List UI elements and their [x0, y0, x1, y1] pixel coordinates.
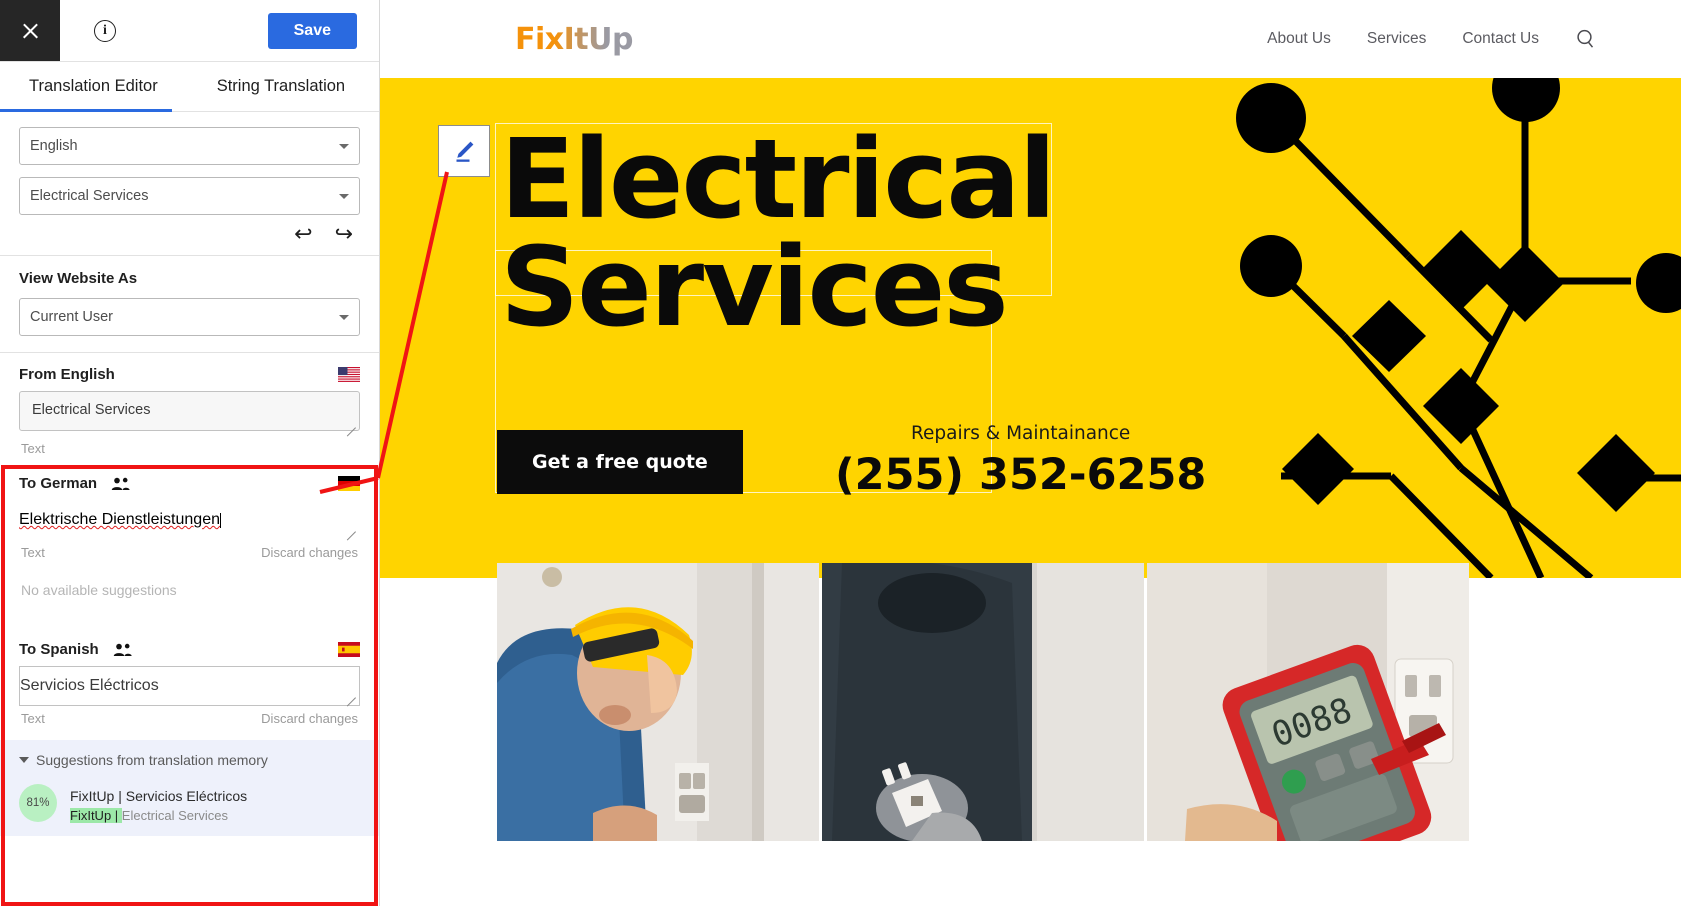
source-text-field[interactable]: Electrical Services — [19, 391, 360, 431]
german-header: To German — [19, 462, 360, 500]
suggestion-text: FixItUp | Servicios Eléctricos FixItUp |… — [70, 784, 247, 826]
info-circle-icon[interactable]: i — [94, 19, 116, 42]
list-item[interactable]: 81% FixItUp | Servicios Eléctricos FixIt… — [19, 768, 360, 826]
multimeter-outlet-photo: 0088 — [1147, 563, 1469, 841]
language-select[interactable]: English — [19, 127, 360, 165]
panel-tabs: Translation Editor String Translation — [0, 62, 379, 112]
translation-memory-panel: Suggestions from translation memory 81% … — [0, 740, 379, 836]
history-controls: ↩ ↪ — [0, 215, 379, 255]
people-icon[interactable] — [111, 477, 130, 491]
selectors-section: English Electrical Services — [0, 112, 379, 215]
spanish-discard-changes[interactable]: Discard changes — [261, 711, 358, 726]
flag-es-icon — [338, 642, 360, 657]
site-nav: About Us Services Contact Us — [1267, 28, 1597, 50]
tab-string-translation[interactable]: String Translation — [207, 62, 355, 111]
flag-de-icon — [338, 476, 360, 491]
panel-body: English Electrical Services ↩ ↪ View Web… — [0, 112, 379, 906]
translation-memory-header[interactable]: Suggestions from translation memory — [19, 752, 360, 768]
pencil-edit-icon — [456, 141, 474, 162]
spanish-meta-label: Text — [21, 711, 45, 726]
redo-arrow-icon[interactable]: ↪ — [335, 223, 353, 245]
text-cursor — [220, 512, 221, 528]
undo-arrow-icon[interactable]: ↩ — [294, 223, 312, 245]
hero-title[interactable]: Electrical Services — [500, 115, 1056, 351]
german-meta-label: Text — [21, 545, 45, 560]
target-spanish-section: To Spanish Servicios Eléctricos Text Dis… — [0, 598, 379, 726]
suggestion-source: FixItUp | Electrical Services — [70, 806, 247, 826]
site-header: FixItUp About Us Services Contact Us — [380, 0, 1681, 78]
german-text-value: Elektrische Dienstleistungen — [19, 511, 220, 528]
contact-subtitle: Repairs & Maintainance — [911, 423, 1131, 444]
get-free-quote-button[interactable]: Get a free quote — [497, 430, 743, 494]
source-language-label: From English — [19, 366, 115, 383]
search-icon[interactable] — [1575, 28, 1597, 50]
spanish-text-value: Servicios Eléctricos — [20, 677, 159, 694]
spanish-text-wrap: Servicios Eléctricos — [19, 666, 360, 706]
chevron-down-icon — [339, 143, 349, 149]
source-header: From English — [19, 353, 360, 391]
nav-link-contact-us[interactable]: Contact Us — [1462, 30, 1539, 48]
suggestion-source-highlight: FixItUp | — [70, 808, 122, 824]
circuit-decoration — [1236, 78, 1681, 578]
german-discard-changes[interactable]: Discard changes — [261, 545, 358, 560]
view-website-as-section: View Website As Current User — [0, 256, 379, 352]
source-meta-row: Text — [19, 436, 360, 456]
nav-link-about-us[interactable]: About Us — [1267, 30, 1331, 48]
source-meta-label: Text — [21, 441, 45, 456]
spanish-meta-row: Text Discard changes — [19, 706, 360, 726]
suggestion-source-rest: Electrical Services — [121, 808, 228, 824]
string-select[interactable]: Electrical Services — [19, 177, 360, 215]
view-as-select-value: Current User — [30, 309, 113, 325]
spanish-language-label: To Spanish — [19, 641, 99, 658]
target-german-section: To German Elektrische Dienstleistungen T… — [0, 456, 379, 598]
electrician-hardhat-photo — [497, 563, 819, 841]
german-meta-row: Text Discard changes — [19, 540, 360, 560]
spanish-text-field[interactable]: Servicios Eléctricos — [19, 666, 360, 706]
view-website-as-label: View Website As — [19, 270, 138, 287]
string-select-value: Electrical Services — [30, 188, 149, 204]
hero-title-line1: Electrical — [500, 115, 1056, 243]
source-language-section: From English Electrical Services Text — [0, 353, 379, 456]
close-icon — [21, 21, 40, 40]
close-button[interactable] — [0, 0, 60, 61]
chevron-down-icon — [339, 193, 349, 199]
save-button[interactable]: Save — [267, 12, 357, 49]
contact-phone[interactable]: (255) 352-6258 — [835, 450, 1206, 500]
match-score-badge: 81% — [19, 784, 57, 822]
spanish-header: To Spanish — [19, 628, 360, 666]
electrician-plug-photo — [822, 563, 1144, 841]
view-as-select[interactable]: Current User — [19, 298, 360, 336]
flag-us-icon — [338, 367, 360, 382]
edit-text-button[interactable] — [438, 125, 490, 177]
hero-section: Electrical Services Get a free quote Rep… — [380, 78, 1681, 578]
suggestion-target: FixItUp | Servicios Eléctricos — [70, 788, 248, 804]
german-text-field[interactable]: Elektrische Dienstleistungen — [19, 500, 360, 540]
info-area: i — [60, 0, 268, 61]
app-root: i Save Translation Editor String Transla… — [0, 0, 1681, 906]
site-logo[interactable]: FixItUp — [515, 22, 633, 57]
people-icon[interactable] — [113, 643, 132, 657]
language-select-value: English — [30, 138, 78, 154]
chevron-down-icon — [19, 757, 29, 763]
panel-toolbar: i Save — [0, 0, 379, 62]
website-preview: FixItUp About Us Services Contact Us Ele… — [380, 0, 1681, 906]
german-text-wrap: Elektrische Dienstleistungen — [19, 500, 360, 540]
photo-strip: 0088 — [497, 563, 1469, 841]
hero-title-line2: Services — [500, 222, 1009, 351]
translation-memory-title: Suggestions from translation memory — [36, 752, 268, 768]
german-language-label: To German — [19, 475, 98, 492]
chevron-down-icon — [339, 314, 349, 320]
tab-translation-editor[interactable]: Translation Editor — [0, 62, 172, 112]
source-text-wrap: Electrical Services — [19, 391, 360, 436]
translation-editor-panel: i Save Translation Editor String Transla… — [0, 0, 380, 906]
contact-block: Repairs & Maintainance (255) 352-6258 — [835, 423, 1206, 500]
nav-link-services[interactable]: Services — [1367, 30, 1426, 48]
german-no-suggestions: No available suggestions — [21, 582, 177, 598]
